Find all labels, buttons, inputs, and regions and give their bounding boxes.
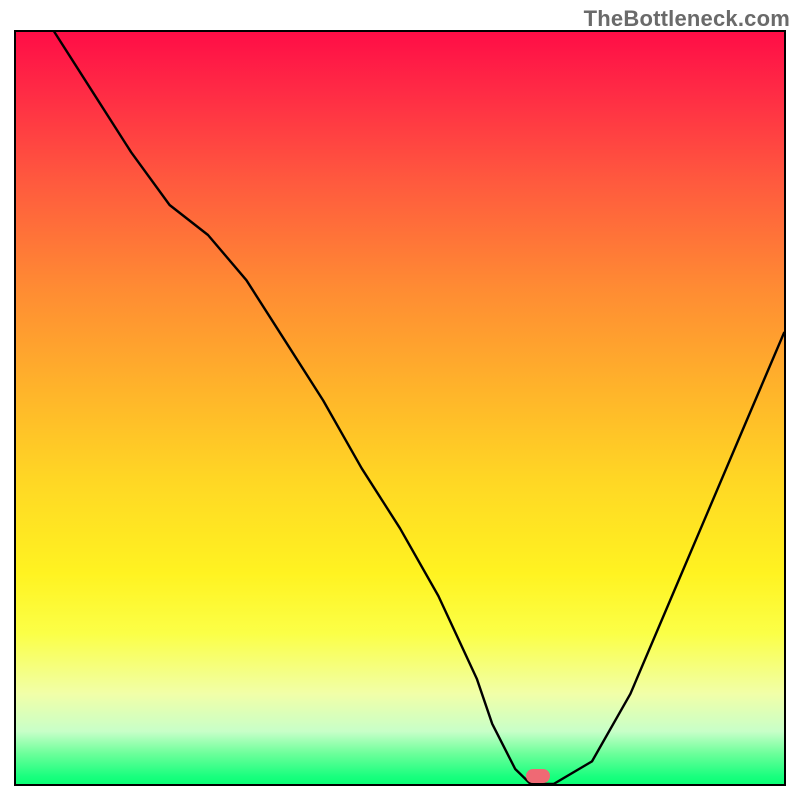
plot-area (14, 30, 786, 786)
watermark-text: TheBottleneck.com (584, 6, 790, 32)
optimal-marker (526, 769, 550, 783)
bottleneck-curve (16, 32, 784, 784)
chart-frame: TheBottleneck.com (0, 0, 800, 800)
